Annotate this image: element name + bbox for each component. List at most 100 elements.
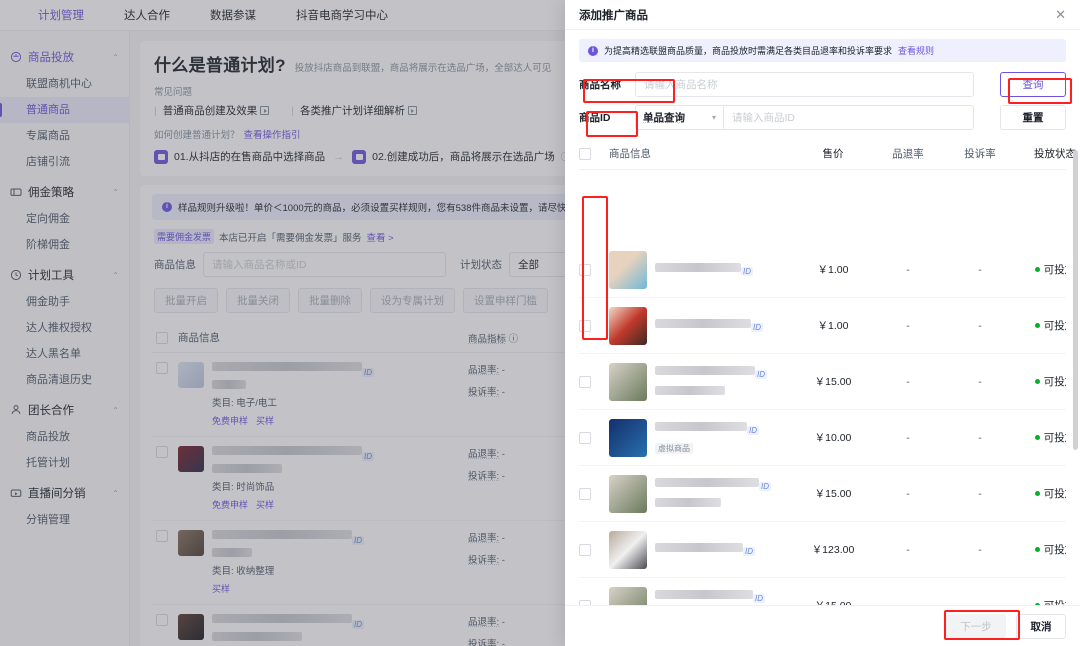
row-product-info: ID [609,250,794,289]
row-return-rate: - [906,319,910,332]
row-checkbox[interactable] [579,263,591,276]
product-id-chip: ID [755,370,767,379]
product-thumbnail [609,586,647,605]
row-product-info: ID [609,306,794,345]
row-complaint-rate: - [978,543,982,556]
row-complaint-rate: - [978,375,982,388]
modal-column-price: 售价 [822,148,844,160]
reset-button[interactable]: 重置 [1000,105,1066,130]
product-name-redacted-2 [655,386,725,395]
modal-header: 添加推广商品 ✕ [565,0,1080,30]
add-promotion-product-modal: 添加推广商品 ✕ i 为提高精选联盟商品质量，商品投放时需满足各类目品退率和投诉… [565,0,1080,646]
row-product-info: ID 虚拟商品 [609,418,794,457]
modal-select-all-checkbox[interactable] [579,147,591,160]
status-label: 可投放 [1043,264,1066,276]
product-name-wrap: ID [655,364,794,399]
list-item[interactable]: ID ￥1.00 - - 可投放 [579,298,1066,354]
modal-title: 添加推广商品 [579,9,648,22]
product-name-redacted-2 [655,498,721,507]
product-name-wrap: ID [655,476,794,511]
product-thumbnail [609,418,647,457]
product-id-input-group: 单品查询 ▾ 请输入商品ID [635,105,974,130]
modal-column-status: 投放状态 [1034,148,1076,160]
row-checkbox[interactable] [579,599,591,605]
product-name-wrap: ID 虚拟商品 [655,420,794,456]
close-icon[interactable]: ✕ [1055,7,1066,23]
row-product-info: ID [609,474,794,513]
row-complaint-rate: - [978,263,982,276]
list-item[interactable]: ID ￥123.00 - - 可投放 [579,522,1066,578]
product-name-redacted [655,421,747,431]
product-id-mode-select[interactable]: 单品查询 ▾ [636,106,724,129]
modal-column-complaint-rate: 投诉率 [964,148,996,160]
product-id-chip: ID [743,546,755,556]
product-name-redacted [655,478,759,488]
row-product-info: ID [609,530,794,569]
list-item[interactable]: ID ￥1.00 - - 可投放 [579,242,1066,298]
row-price: ￥15.00 [814,488,852,500]
row-checkbox[interactable] [579,375,591,388]
query-action-wrap: 查询 [974,72,1066,97]
product-thumbnail [609,530,647,569]
status-dot-icon [1034,267,1040,272]
row-complaint-rate: - [978,431,982,444]
row-checkbox-wrap [579,319,609,332]
row-checkbox-wrap [579,487,609,500]
product-thumbnail [609,250,647,289]
status-dot-icon [1034,323,1040,328]
status-label: 可投放 [1043,376,1066,388]
query-button[interactable]: 查询 [1000,72,1066,97]
row-checkbox[interactable] [579,543,591,556]
view-rules-link[interactable]: 查看规则 [898,44,934,57]
row-checkbox[interactable] [579,487,591,500]
product-id-placeholder: 请输入商品ID [732,112,795,124]
product-name-wrap: ID [655,261,794,279]
chevron-down-icon[interactable]: ▾ [712,113,716,122]
row-complaint-rate: - [978,487,982,500]
list-item[interactable]: ID 虚拟商品 ￥10.00 - - 可投放 [579,410,1066,466]
status-label: 可投放 [1043,320,1066,332]
row-price: ￥1.00 [817,320,849,332]
product-name-redacted [655,318,751,328]
modal-scrollbar[interactable] [1073,150,1078,450]
status-dot-icon [1034,379,1040,384]
row-checkbox-wrap [579,599,609,605]
reset-action-wrap: 重置 [974,105,1066,130]
status-label: 可投放 [1043,488,1066,500]
status-badge: 可投放 [1016,542,1066,557]
list-item[interactable]: ID ￥15.00 - - 可投放 [579,466,1066,522]
row-checkbox-wrap [579,375,609,388]
row-return-rate: - [906,431,910,444]
product-name-wrap: ID [655,317,794,335]
row-checkbox[interactable] [579,319,591,332]
cancel-button[interactable]: 取消 [1016,613,1066,639]
list-item[interactable]: ID ￥15.00 - - 可投放 [579,354,1066,410]
row-return-rate: - [906,375,910,388]
product-id-mode-value: 单品查询 [643,112,685,124]
modal-column-product-info: 商品信息 [609,148,651,160]
row-checkbox-wrap [579,263,609,276]
product-id-chip: ID [747,425,759,435]
row-price: ￥15.00 [794,598,872,605]
row-return-rate: - [906,487,910,500]
row-price: ￥123.00 [811,544,855,556]
product-name-input[interactable]: 请输入商品名称 [635,72,974,97]
product-id-input[interactable]: 请输入商品ID [724,106,973,129]
modal-notice-text: 为提高精选联盟商品质量，商品投放时需满足各类目品退率和投诉率要求 [604,46,893,56]
status-label: 可投放 [1043,544,1066,556]
row-return-rate: - [906,543,910,556]
next-step-button[interactable]: 下一步 [946,613,1006,639]
status-badge: 可投放 [1016,262,1066,277]
list-item[interactable]: ID ￥15.00 - - 可投放 [579,578,1066,605]
product-name-redacted [655,262,741,272]
row-checkbox[interactable] [579,431,591,444]
product-name-redacted [655,366,755,376]
status-dot-icon [1034,435,1040,440]
product-id-chip: ID [741,266,753,276]
status-dot-icon [1034,547,1040,552]
product-id-label: 商品ID [579,112,611,124]
status-badge: 可投放 [1016,430,1066,445]
modal-table-header: 商品信息 售价 品退率 投诉率 投放状态 [579,138,1076,170]
status-label: 可投放 [1043,432,1066,444]
product-name-redacted [655,590,753,600]
